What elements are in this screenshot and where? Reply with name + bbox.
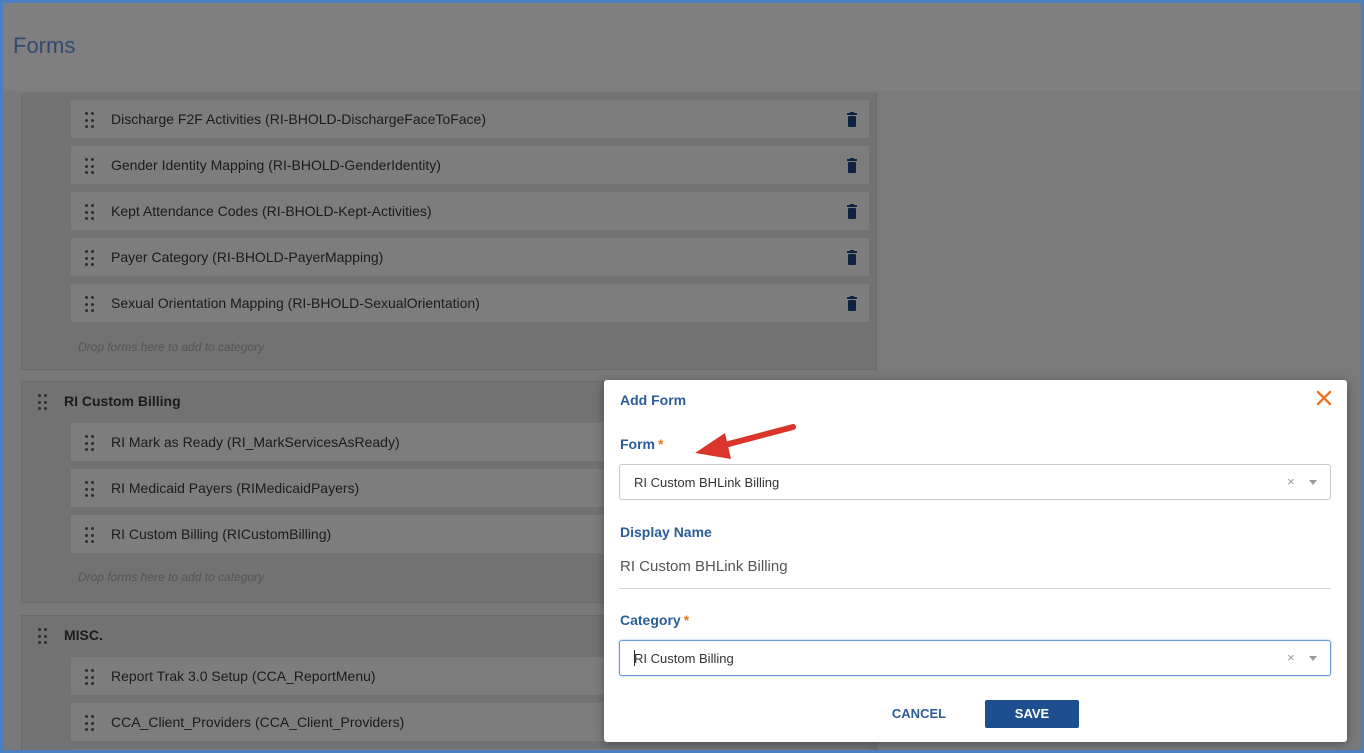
form-row-label: Sexual Orientation Mapping (RI-BHOLD-Sex…	[111, 295, 480, 311]
form-row-label: Payer Category (RI-BHOLD-PayerMapping)	[111, 249, 384, 265]
drag-handle-icon[interactable]	[38, 394, 48, 410]
close-icon[interactable]	[1314, 388, 1334, 408]
drag-handle-icon[interactable]	[85, 527, 95, 543]
form-row[interactable]: Gender Identity Mapping (RI-BHOLD-Gender…	[70, 145, 870, 185]
display-name-underline	[619, 588, 1331, 589]
form-row-label: RI Mark as Ready (RI_MarkServicesAsReady…	[111, 434, 400, 450]
drag-handle-icon[interactable]	[85, 715, 95, 731]
drag-handle-icon[interactable]	[85, 250, 95, 266]
app-window: Forms Discharge F2F Activities (RI-BHOLD…	[0, 0, 1364, 753]
page-title: Forms	[13, 33, 76, 58]
cancel-button[interactable]: CANCEL	[875, 700, 963, 728]
form-row[interactable]	[70, 748, 870, 750]
form-label-text: Form	[620, 436, 655, 452]
trash-icon[interactable]	[847, 204, 857, 219]
drag-handle-icon[interactable]	[85, 296, 95, 312]
form-row[interactable]: Kept Attendance Codes (RI-BHOLD-Kept-Act…	[70, 191, 870, 231]
category-title: RI Custom Billing	[64, 393, 181, 409]
form-row-label: Gender Identity Mapping (RI-BHOLD-Gender…	[111, 157, 441, 173]
display-name-input[interactable]: RI Custom BHLink Billing	[620, 558, 788, 575]
clear-icon[interactable]: ×	[1287, 650, 1295, 665]
add-form-dialog: Add Form Form * RI Custom BHLink Billing …	[604, 380, 1347, 742]
category-select-value: RI Custom Billing	[634, 651, 734, 666]
category-title: MISC.	[64, 627, 103, 643]
trash-icon[interactable]	[847, 112, 857, 127]
form-row[interactable]: Discharge F2F Activities (RI-BHOLD-Disch…	[70, 99, 870, 139]
form-select[interactable]: RI Custom BHLink Billing ×	[619, 464, 1331, 500]
drag-handle-icon[interactable]	[85, 158, 95, 174]
form-select-value: RI Custom BHLink Billing	[634, 475, 780, 490]
form-row-label: RI Medicaid Payers (RIMedicaidPayers)	[111, 480, 360, 496]
drag-handle-icon[interactable]	[85, 669, 95, 685]
required-marker: *	[658, 436, 664, 452]
dialog-title: Add Form	[620, 392, 687, 408]
save-button[interactable]: SAVE	[985, 700, 1079, 728]
drop-zone-hint[interactable]: Drop forms here to add to category	[78, 570, 264, 584]
form-row-label: Kept Attendance Codes (RI-BHOLD-Kept-Act…	[111, 203, 432, 219]
clear-icon[interactable]: ×	[1287, 474, 1295, 489]
page-header: Forms	[3, 3, 1361, 92]
drag-handle-icon[interactable]	[38, 628, 48, 644]
required-marker: *	[683, 612, 690, 628]
display-name-label: Display Name	[620, 524, 712, 540]
category-label-text: Category	[620, 612, 681, 628]
drag-handle-icon[interactable]	[85, 204, 95, 220]
trash-icon[interactable]	[847, 158, 857, 173]
drop-zone-hint[interactable]: Drop forms here to add to category	[78, 340, 264, 354]
trash-icon[interactable]	[847, 250, 857, 265]
drag-handle-icon[interactable]	[85, 481, 95, 497]
category-block: Discharge F2F Activities (RI-BHOLD-Disch…	[21, 93, 877, 370]
form-row[interactable]: Sexual Orientation Mapping (RI-BHOLD-Sex…	[70, 283, 870, 323]
form-row-label: Report Trak 3.0 Setup (CCA_ReportMenu)	[111, 668, 376, 684]
category-field-label: Category *	[620, 612, 689, 628]
category-select[interactable]: RI Custom Billing ×	[619, 640, 1331, 676]
form-field-label: Form *	[620, 436, 663, 452]
form-row[interactable]: Payer Category (RI-BHOLD-PayerMapping)	[70, 237, 870, 277]
form-row-label: CCA_Client_Providers (CCA_Client_Provide…	[111, 714, 405, 730]
trash-icon[interactable]	[847, 296, 857, 311]
form-row-label: RI Custom Billing (RICustomBilling)	[111, 526, 332, 542]
drag-handle-icon[interactable]	[85, 435, 95, 451]
chevron-down-icon[interactable]	[1309, 656, 1317, 661]
drag-handle-icon[interactable]	[85, 112, 95, 128]
form-row-label: Discharge F2F Activities (RI-BHOLD-Disch…	[111, 111, 486, 127]
chevron-down-icon[interactable]	[1309, 480, 1317, 485]
